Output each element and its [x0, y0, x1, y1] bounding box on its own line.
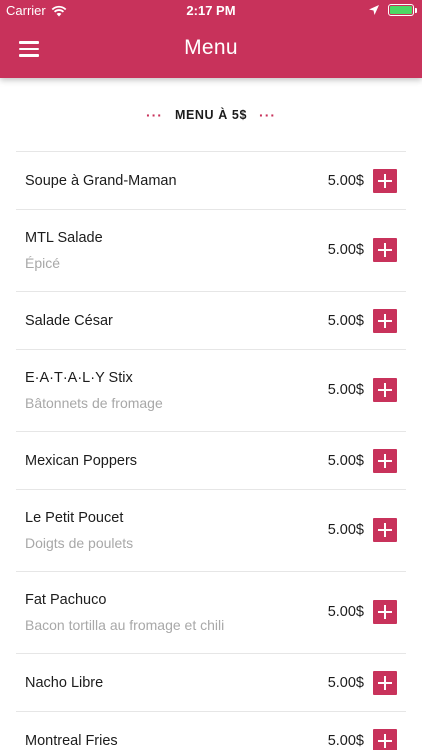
- status-time: 2:17 PM: [186, 3, 236, 18]
- battery-level: [390, 6, 412, 14]
- item-price: 5.00$: [327, 242, 364, 258]
- item-price: 5.00$: [327, 733, 364, 749]
- add-to-cart-button[interactable]: [373, 671, 397, 695]
- status-bar: Carrier 2:17 PM: [0, 0, 422, 22]
- add-to-cart-button[interactable]: [373, 169, 397, 193]
- menu-item[interactable]: Fat Pachuco Bacon tortilla au fromage et…: [16, 572, 406, 654]
- menu-item[interactable]: E·A·T·A·L·Y Stix Bâtonnets de fromage 5.…: [16, 350, 406, 432]
- item-price: 5.00$: [327, 313, 364, 329]
- item-price: 5.00$: [327, 675, 364, 691]
- add-to-cart-button[interactable]: [373, 378, 397, 402]
- battery-icon: [388, 4, 417, 16]
- location-arrow-icon: [369, 5, 379, 15]
- item-name: E·A·T·A·L·Y Stix: [25, 370, 133, 386]
- item-description: Bacon tortilla au fromage et chili: [25, 617, 225, 633]
- page-title: Menu: [184, 36, 238, 59]
- menu-item[interactable]: Nacho Libre 5.00$: [16, 654, 406, 712]
- section-dots-left: ···: [145, 107, 163, 123]
- item-price: 5.00$: [327, 453, 364, 469]
- item-name: Fat Pachuco: [25, 592, 107, 608]
- item-price: 5.00$: [327, 604, 364, 620]
- item-description: Doigts de poulets: [25, 535, 134, 551]
- menu-item[interactable]: Salade César 5.00$: [16, 292, 406, 350]
- section-dots-right: ···: [259, 107, 277, 123]
- menu-item[interactable]: MTL Salade Épicé 5.00$: [16, 210, 406, 292]
- nav-bar: Menu: [0, 22, 422, 78]
- menu-item[interactable]: Mexican Poppers 5.00$: [16, 432, 406, 490]
- item-description: Épicé: [25, 255, 61, 271]
- top-bar: Carrier 2:17 PM Menu: [0, 0, 422, 78]
- add-to-cart-button[interactable]: [373, 309, 397, 333]
- item-name: Soupe à Grand-Maman: [25, 173, 177, 189]
- menu-item[interactable]: Soupe à Grand-Maman 5.00$: [16, 152, 406, 210]
- battery-tip: [415, 8, 417, 13]
- menu-item[interactable]: Montreal Fries 5.00$: [16, 712, 406, 750]
- add-to-cart-button[interactable]: [373, 449, 397, 473]
- item-price: 5.00$: [327, 382, 364, 398]
- item-name: Le Petit Poucet: [25, 510, 124, 526]
- item-name: Salade César: [25, 313, 113, 329]
- item-price: 5.00$: [327, 522, 364, 538]
- section-title: MENU À 5$: [174, 108, 248, 122]
- item-description: Bâtonnets de fromage: [25, 395, 163, 411]
- status-right: [368, 4, 417, 16]
- add-to-cart-button[interactable]: [373, 238, 397, 262]
- section-header: ··· MENU À 5$ ···: [0, 104, 422, 126]
- menu-item[interactable]: Le Petit Poucet Doigts de poulets 5.00$: [16, 490, 406, 572]
- item-price: 5.00$: [327, 173, 364, 189]
- add-to-cart-button[interactable]: [373, 729, 397, 750]
- item-name: Nacho Libre: [25, 675, 104, 691]
- menu-list: Soupe à Grand-Maman 5.00$ MTL Salade Épi…: [16, 151, 406, 750]
- item-name: MTL Salade: [25, 230, 103, 246]
- item-name: Montreal Fries: [25, 733, 118, 749]
- add-to-cart-button[interactable]: [373, 600, 397, 624]
- add-to-cart-button[interactable]: [373, 518, 397, 542]
- item-name: Mexican Poppers: [25, 453, 138, 469]
